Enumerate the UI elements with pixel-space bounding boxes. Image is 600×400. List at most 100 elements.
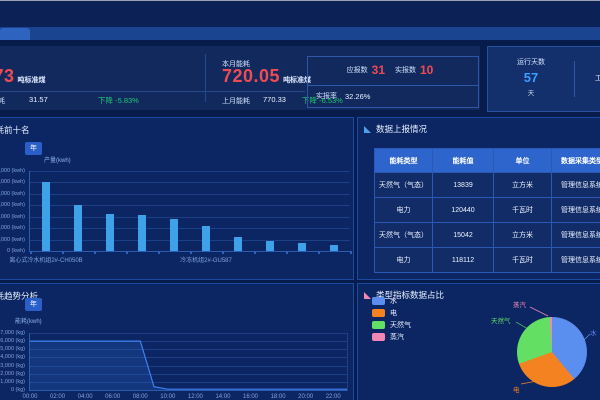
running-days-value: 57	[492, 70, 570, 85]
today-energy-unit: 吨标准煤	[18, 75, 46, 85]
period-year-button[interactable]: 年	[25, 142, 42, 155]
y-axis-label: 1,000 (kwh)	[0, 237, 25, 243]
bar-chart[interactable]: 7,000 (kwh)6,000 (kwh)5,000 (kwh)4,000 (…	[29, 171, 350, 252]
y-axis-label: 0 (kwh)	[0, 248, 25, 254]
y-axis-label: 7,000 (kwh)	[0, 168, 25, 174]
x-axis-label: 10:00	[160, 394, 175, 400]
expected-reports-value: 31	[372, 63, 385, 77]
x-axis-label: 离心式冷水机组2#-CH050B	[9, 255, 82, 264]
bar	[106, 214, 114, 251]
x-axis-label: 14:00	[215, 394, 230, 400]
expected-reports-label: 应报数	[347, 65, 368, 75]
report-box-divider	[308, 85, 478, 86]
y-axis-label: 5,000 (kg)	[0, 346, 25, 352]
period-year-button[interactable]: 年	[25, 298, 42, 311]
table-cell: 立方米	[494, 173, 551, 197]
x-axis-tick	[30, 251, 32, 254]
trend-line	[30, 333, 347, 390]
y-axis-label: 1,000 (kg)	[0, 379, 25, 385]
actual-reports-value: 10	[420, 63, 433, 77]
bar	[138, 215, 146, 251]
x-axis-label: 12:00	[188, 394, 203, 400]
y-axis-label: 4,000 (kwh)	[0, 202, 25, 208]
y-axis-label: 3,000 (kg)	[0, 363, 25, 369]
table-cell: 15042	[433, 223, 493, 247]
running-days-unit: 天	[492, 87, 570, 97]
table-cell: 118112	[433, 248, 493, 272]
table-cell: 13839	[433, 173, 493, 197]
x-axis-label: 18:00	[271, 394, 286, 400]
table-header-cell: 能耗类型	[375, 149, 432, 172]
bar	[42, 182, 50, 251]
running-card-divider	[574, 61, 575, 97]
triangle-icon	[364, 126, 371, 133]
bar	[170, 219, 178, 251]
x-axis-label: 20:00	[298, 394, 313, 400]
panel-title-top10: 能耗前十名	[0, 124, 30, 136]
x-axis-tick	[222, 251, 224, 254]
x-axis-label: 04:00	[78, 394, 93, 400]
table-cell: 天然气（气态）	[375, 223, 432, 247]
panel-data-report: 数据上报情况 能耗类型能耗值单位数据采集类型天然气（气态）13839立方米管理信…	[357, 117, 600, 280]
stats-card: 今日能耗 29.73 吨标准煤 昨日能耗 31.57 下降 -5.83% 本月能…	[0, 46, 480, 110]
table-cell: 电力	[375, 198, 432, 222]
y-axis-label: 2,000 (kwh)	[0, 225, 25, 231]
x-axis-tick	[254, 251, 256, 254]
x-axis-label: 08:00	[133, 394, 148, 400]
x-axis-tick	[318, 251, 320, 254]
running-days-label: 运行天数	[492, 57, 570, 67]
report-counts: 应报数 31 实报数 10	[308, 57, 478, 83]
table-header-cell: 能耗值	[433, 149, 493, 172]
bar	[74, 205, 82, 251]
x-axis-label: 00:00	[22, 394, 37, 400]
table-cell: 管理信息系统	[552, 248, 600, 272]
line-chart[interactable]: 7,000 (kg)6,000 (kg)5,000 (kg)4,000 (kg)…	[29, 333, 348, 391]
bar	[234, 237, 242, 251]
y-axis-label: 4,000 (kg)	[0, 354, 25, 360]
clipped-next-stat: 工	[595, 73, 600, 83]
y-axis-label: 6,000 (kwh)	[0, 179, 25, 185]
line-axis-title: 能耗(kwh)	[15, 316, 42, 325]
table-cell: 千瓦时	[494, 198, 551, 222]
report-stats-box: 应报数 31 实报数 10 实报率 32.26%	[307, 56, 479, 108]
x-axis-label: 22:00	[326, 394, 341, 400]
x-axis-tick	[190, 251, 192, 254]
today-trend: 下降 -5.83%	[98, 95, 139, 106]
bar	[202, 226, 210, 251]
y-axis-label: 5,000 (kwh)	[0, 191, 25, 197]
y-axis-label: 3,000 (kwh)	[0, 214, 25, 220]
nav-tab[interactable]	[0, 28, 30, 40]
x-axis-tick	[286, 251, 288, 254]
bar	[266, 241, 274, 251]
x-axis-tick	[94, 251, 96, 254]
lastmonth-energy-value: 770.33	[263, 95, 286, 104]
x-axis-tick	[350, 251, 352, 254]
table-cell: 天然气（气态）	[375, 173, 432, 197]
bar	[330, 245, 338, 251]
x-axis-label: 02:00	[50, 394, 65, 400]
nav-band	[0, 27, 600, 40]
table-cell: 立方米	[494, 223, 551, 247]
yesterday-energy-value: 31.57	[29, 95, 48, 104]
running-days: 运行天数 57 天	[492, 57, 570, 97]
table-cell: 千瓦时	[494, 248, 551, 272]
yesterday-energy-label: 昨日能耗	[0, 96, 5, 106]
y-axis-label: 0 (kg)	[0, 387, 25, 393]
lastmonth-energy-label: 上月能耗	[222, 96, 250, 106]
pie-leader-lines	[358, 284, 600, 400]
panel-type-ratio: 类型指标数据占比 水电天然气蒸汽 水电天然气蒸汽	[357, 283, 600, 400]
energy-dashboard: 今日能耗 29.73 吨标准煤 昨日能耗 31.57 下降 -5.83% 本月能…	[0, 0, 600, 400]
today-energy-number: 29.73	[0, 66, 15, 87]
table-cell: 管理信息系统	[552, 223, 600, 247]
month-energy-value: 720.05 吨标准煤	[222, 66, 311, 87]
x-axis-tick	[126, 251, 128, 254]
x-axis-tick	[158, 251, 160, 254]
report-table: 能耗类型能耗值单位数据采集类型天然气（气态）13839立方米管理信息系统电力12…	[374, 148, 600, 273]
panel-energy-top10: 能耗前十名 年 产量(kwh) 7,000 (kwh)6,000 (kwh)5,…	[0, 117, 354, 280]
y-axis-label: 7,000 (kg)	[0, 330, 25, 336]
month-energy-number: 720.05	[222, 66, 280, 87]
table-cell: 120440	[433, 198, 493, 222]
bar	[298, 243, 306, 251]
y-axis-label: 6,000 (kg)	[0, 338, 25, 344]
report-rate-value: 32.26%	[345, 92, 370, 101]
